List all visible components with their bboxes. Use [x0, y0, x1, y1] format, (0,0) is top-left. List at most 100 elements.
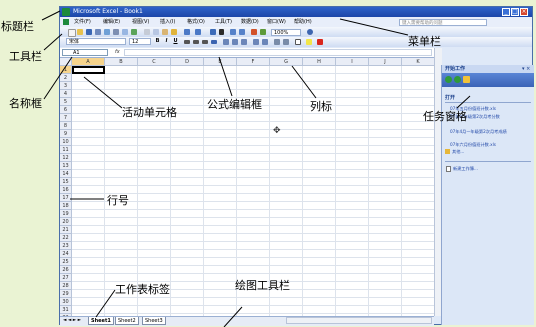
help-icon[interactable] — [307, 29, 313, 35]
row-header-27[interactable]: 27 — [60, 274, 72, 282]
paste-icon[interactable] — [162, 29, 168, 35]
column-header-f[interactable]: F — [237, 58, 270, 66]
help-search-input[interactable]: 键入需要帮助的问题 — [399, 19, 487, 26]
active-cell-a1[interactable] — [72, 66, 105, 74]
decrease-indent-icon[interactable] — [274, 39, 280, 45]
row-header-9[interactable]: 9 — [60, 130, 72, 138]
row-header-4[interactable]: 4 — [60, 90, 72, 98]
row-header-21[interactable]: 21 — [60, 226, 72, 234]
row-header-7[interactable]: 7 — [60, 114, 72, 122]
row-header-1[interactable]: 1 — [60, 66, 72, 74]
forward-icon[interactable] — [454, 76, 461, 83]
row-header-2[interactable]: 2 — [60, 74, 72, 82]
column-header-e[interactable]: E — [204, 58, 237, 66]
drawing-icon[interactable] — [260, 29, 266, 35]
row-header-13[interactable]: 13 — [60, 162, 72, 170]
name-box[interactable]: A1 — [62, 49, 108, 56]
merge-center-icon[interactable] — [211, 40, 217, 44]
column-header-b[interactable]: B — [105, 58, 138, 66]
align-center-icon[interactable] — [193, 40, 199, 44]
row-header-8[interactable]: 8 — [60, 122, 72, 130]
column-header-h[interactable]: H — [303, 58, 336, 66]
format-painter-icon[interactable] — [171, 29, 177, 35]
horizontal-scrollbar[interactable] — [286, 317, 432, 324]
undo-icon[interactable] — [184, 29, 190, 35]
sort-descending-icon[interactable] — [239, 29, 245, 35]
column-header-k[interactable]: K — [402, 58, 434, 66]
increase-indent-icon[interactable] — [283, 39, 289, 45]
home-icon[interactable] — [463, 76, 470, 83]
select-all-corner[interactable] — [60, 58, 72, 66]
row-header-23[interactable]: 23 — [60, 242, 72, 250]
font-select[interactable]: 宋体 — [66, 38, 126, 45]
recent-file-3[interactable]: 07年4月一年级第2次月考成绩 — [450, 129, 507, 135]
title-bar[interactable]: Microsoft Excel - Book1 _ □ × — [60, 7, 532, 17]
print-icon[interactable] — [113, 29, 119, 35]
underline-button[interactable]: U — [172, 38, 179, 45]
font-size-select[interactable]: 12 — [129, 38, 151, 45]
percent-icon[interactable] — [232, 39, 238, 45]
row-header-22[interactable]: 22 — [60, 234, 72, 242]
column-header-j[interactable]: J — [369, 58, 402, 66]
menu-data[interactable]: 数据(D) — [241, 17, 259, 27]
menu-tools[interactable]: 工具(T) — [215, 17, 232, 27]
row-header-11[interactable]: 11 — [60, 146, 72, 154]
row-header-3[interactable]: 3 — [60, 82, 72, 90]
row-header-5[interactable]: 5 — [60, 98, 72, 106]
column-header-a[interactable]: A — [72, 58, 105, 66]
fx-icon[interactable]: fx — [115, 49, 120, 55]
minimize-button[interactable]: _ — [502, 8, 510, 16]
align-left-icon[interactable] — [184, 40, 190, 44]
row-header-26[interactable]: 26 — [60, 266, 72, 274]
sheet-tab-1[interactable]: Sheet1 — [88, 317, 114, 325]
row-header-25[interactable]: 25 — [60, 258, 72, 266]
recent-file-4[interactable]: 07年六月份值班计数.xls — [450, 142, 496, 148]
row-header-10[interactable]: 10 — [60, 138, 72, 146]
maximize-button[interactable]: □ — [511, 8, 519, 16]
new-workbook-link[interactable]: 新建工作簿... — [453, 166, 478, 172]
open-icon[interactable] — [77, 29, 83, 35]
save-icon[interactable] — [86, 29, 92, 35]
close-button[interactable]: × — [520, 8, 528, 16]
menu-format[interactable]: 格式(O) — [187, 17, 205, 27]
redo-icon[interactable] — [195, 29, 201, 35]
row-header-14[interactable]: 14 — [60, 170, 72, 178]
formula-input[interactable] — [124, 49, 432, 56]
zoom-select[interactable]: 100% — [271, 29, 301, 36]
email-icon[interactable] — [104, 29, 110, 35]
row-header-16[interactable]: 16 — [60, 186, 72, 194]
menu-window[interactable]: 窗口(W) — [267, 17, 286, 27]
column-header-i[interactable]: I — [336, 58, 369, 66]
row-header-28[interactable]: 28 — [60, 282, 72, 290]
autosum-icon[interactable] — [219, 29, 224, 35]
task-pane-close-icon[interactable]: ▾ × — [522, 65, 530, 73]
row-header-17[interactable]: 17 — [60, 194, 72, 202]
menu-edit[interactable]: 编辑(E) — [103, 17, 120, 27]
row-header-6[interactable]: 6 — [60, 106, 72, 114]
sort-ascending-icon[interactable] — [230, 29, 236, 35]
row-header-18[interactable]: 18 — [60, 202, 72, 210]
spelling-icon[interactable] — [131, 29, 137, 35]
copy-icon[interactable] — [153, 29, 159, 35]
new-icon[interactable] — [68, 29, 76, 37]
menu-view[interactable]: 视图(V) — [132, 17, 149, 27]
row-header-19[interactable]: 19 — [60, 210, 72, 218]
more-files-link[interactable]: 其他... — [452, 149, 464, 155]
back-icon[interactable] — [445, 76, 452, 83]
row-header-12[interactable]: 12 — [60, 154, 72, 162]
permission-icon[interactable] — [95, 29, 101, 35]
column-header-d[interactable]: D — [171, 58, 204, 66]
row-header-31[interactable]: 31 — [60, 306, 72, 314]
sheet-tab-3[interactable]: Sheet3 — [142, 317, 166, 325]
column-header-c[interactable]: C — [138, 58, 171, 66]
currency-icon[interactable] — [223, 39, 229, 45]
fill-color-icon[interactable] — [306, 39, 312, 45]
menu-help[interactable]: 帮助(H) — [294, 17, 312, 27]
row-header-24[interactable]: 24 — [60, 250, 72, 258]
align-right-icon[interactable] — [202, 40, 208, 44]
increase-decimal-icon[interactable] — [253, 39, 259, 45]
italic-button[interactable]: I — [163, 38, 170, 45]
hyperlink-icon[interactable] — [210, 29, 216, 35]
sheet-tab-2[interactable]: Sheet2 — [115, 317, 139, 325]
menu-file[interactable]: 文件(F) — [74, 17, 91, 27]
